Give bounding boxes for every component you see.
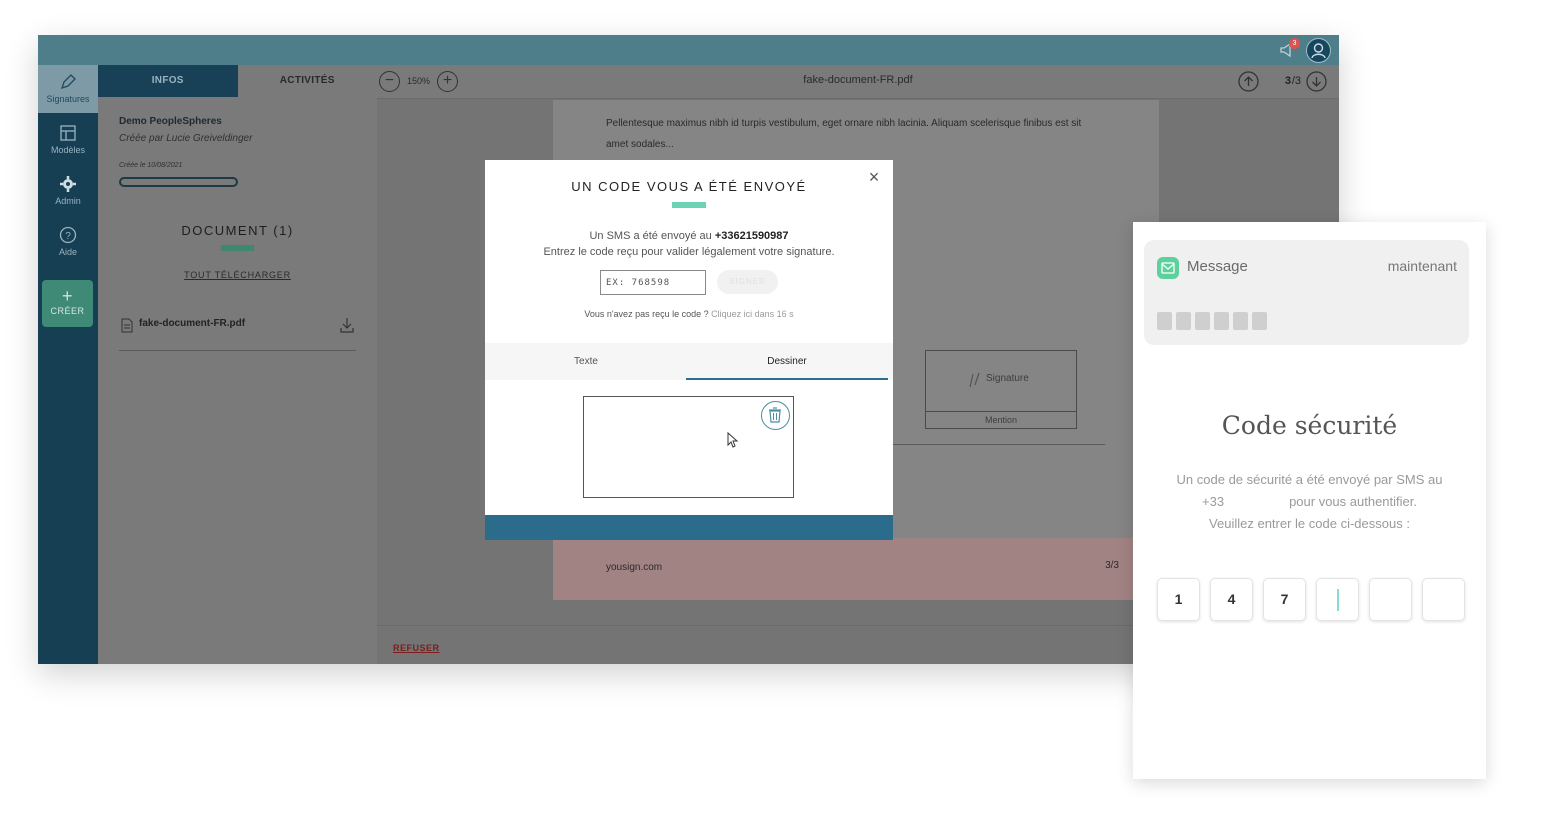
modal-footer-bar (485, 515, 893, 540)
file-name: fake-document-FR.pdf (139, 318, 246, 329)
info-panel: INFOS ACTIVITÉS Demo PeopleSpheres Créée… (98, 65, 377, 664)
masked-code (1157, 312, 1267, 330)
phone-number: +33621590987 (714, 230, 789, 242)
sidebar-item-label: Aide (58, 247, 77, 257)
title-underline (672, 202, 706, 208)
template-icon (60, 125, 76, 141)
code-digit-input-active[interactable] (1316, 578, 1359, 621)
mention-field: Mention (925, 411, 1077, 429)
page-body-text: Pellentesque maximus nibh id turpis vest… (606, 118, 1082, 150)
current-page: 3 (1284, 75, 1291, 87)
sidebar-item-aide[interactable]: ? Aide (38, 218, 98, 266)
heading-underline (221, 245, 254, 251)
message-time: maintenant (1387, 258, 1457, 274)
top-bar: 3 (38, 35, 1339, 65)
viewer-toolbar: − 150% + fake-document-FR.pdf 3 /3 (377, 65, 1339, 99)
tab-dessiner[interactable]: Dessiner (686, 343, 888, 380)
cursor-icon (727, 432, 739, 448)
help-icon: ? (59, 226, 77, 244)
security-text-line-2: +33 pour vous authentifier. (1202, 494, 1417, 509)
create-label: CRÉER (50, 306, 85, 316)
gear-icon (60, 176, 76, 192)
modal-title: UN CODE VOUS A ÉTÉ ENVOYÉ (571, 179, 807, 194)
sign-button[interactable]: SIGNER (717, 270, 778, 294)
total-pages: /3 (1291, 75, 1301, 87)
footer-page-number: 3/3 (1105, 560, 1119, 571)
code-digit-input[interactable] (1422, 578, 1465, 621)
user-avatar[interactable] (1306, 38, 1331, 63)
refuse-link[interactable]: REFUSER (393, 643, 440, 653)
sidebar-rail: Signatures Modèles Admin ? Aide + CRÉER (38, 65, 98, 664)
file-row[interactable]: fake-document-FR.pdf (119, 315, 356, 351)
code-input[interactable] (600, 270, 706, 295)
signature-label: Signature (986, 373, 1029, 384)
phone-sms-panel: Message maintenant Code sécurité Un code… (1133, 222, 1486, 779)
signature-pen-icon (969, 372, 980, 388)
megaphone-icon[interactable]: 3 (1279, 38, 1300, 59)
sidebar-item-label: Admin (55, 196, 81, 206)
code-digit-input[interactable]: 4 (1210, 578, 1253, 621)
text-cursor (1336, 589, 1339, 612)
instruction-text: Entrez le code reçu pour valider légalem… (543, 246, 835, 258)
file-icon (121, 318, 133, 333)
sidebar-item-admin[interactable]: Admin (38, 167, 98, 215)
page-down-icon[interactable] (1306, 71, 1327, 92)
footer-domain: yousign.com (606, 562, 663, 573)
sidebar-item-label: Modèles (50, 145, 86, 155)
security-text-line-3: Veuillez entrer le code ci-dessous : (1209, 516, 1410, 531)
divider (891, 444, 1105, 445)
signature-draw-canvas[interactable] (583, 396, 794, 498)
page-footer: yousign.com 3/3 (553, 538, 1159, 600)
resend-link[interactable]: Cliquez ici dans 16 s (711, 309, 794, 319)
sms-code-modal: × UN CODE VOUS A ÉTÉ ENVOYÉ Un SMS a été… (485, 160, 893, 540)
progress-bar (119, 177, 238, 187)
tab-infos[interactable]: INFOS (98, 65, 238, 97)
security-code-title: Code sécurité (1221, 411, 1398, 440)
pen-icon (60, 74, 76, 90)
download-all-link[interactable]: TOUT TÉLÉCHARGER (98, 270, 377, 280)
panel-tabs: INFOS ACTIVITÉS (98, 65, 377, 97)
signature-mode-tabs: Texte Dessiner (485, 343, 893, 380)
page-up-icon[interactable] (1238, 71, 1259, 92)
notification-badge: 3 (1289, 38, 1300, 49)
sidebar-item-modeles[interactable]: Modèles (38, 116, 98, 164)
sms-sent-text: Un SMS a été envoyé au +33621590987 (485, 230, 893, 242)
document-heading: DOCUMENT (1) (181, 223, 294, 238)
code-digit-input[interactable]: 7 (1263, 578, 1306, 621)
sms-notification: Message maintenant (1144, 240, 1469, 345)
create-button[interactable]: + CRÉER (42, 280, 93, 327)
tab-activites[interactable]: ACTIVITÉS (238, 65, 378, 97)
tab-texte[interactable]: Texte (485, 343, 687, 380)
download-icon[interactable] (340, 317, 354, 333)
signature-field[interactable]: Signature (925, 350, 1077, 412)
code-digit-input[interactable]: 1 (1157, 578, 1200, 621)
security-text-line-1: Un code de sécurité a été envoyé par SMS… (1176, 472, 1443, 487)
code-digit-inputs: 1 4 7 (1157, 578, 1465, 621)
document-name: fake-document-FR.pdf (803, 74, 913, 86)
sms-prefix: Un SMS a été envoyé au (589, 230, 715, 242)
resend-prefix: Vous n'avez pas reçu le code ? (584, 309, 712, 319)
sidebar-item-signatures[interactable]: Signatures (38, 65, 98, 113)
plus-icon: + (61, 286, 73, 306)
message-app-icon (1157, 257, 1179, 279)
code-digit-input[interactable] (1369, 578, 1412, 621)
resend-text: Vous n'avez pas reçu le code ? Cliquez i… (485, 309, 893, 319)
sidebar-item-label: Signatures (46, 94, 90, 104)
trash-icon[interactable] (761, 401, 790, 430)
procedure-creator: Créée par Lucie Greiveldinger (119, 133, 253, 144)
procedure-title: Demo PeopleSpheres (119, 116, 222, 127)
svg-text:?: ? (65, 231, 71, 242)
message-app-name: Message (1187, 258, 1248, 275)
procedure-date: Créée le 10/08/2021 (119, 162, 183, 169)
